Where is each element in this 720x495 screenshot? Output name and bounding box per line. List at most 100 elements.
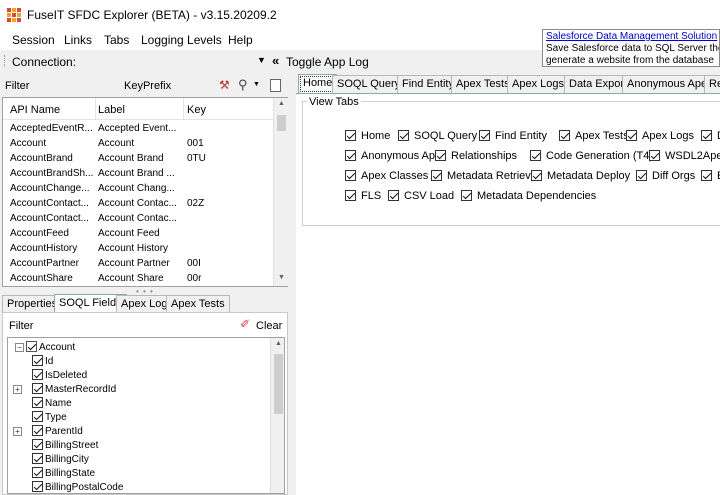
tree-field-item[interactable]: BillingCity (32, 453, 89, 467)
table-row[interactable]: AccountHistory Account History (3, 241, 273, 256)
checkbox[interactable] (26, 341, 37, 352)
tree-field-item[interactable]: BillingState (32, 467, 95, 481)
table-row[interactable]: Account Account 001 (3, 136, 273, 151)
checkbox[interactable] (636, 170, 647, 181)
menu-links[interactable]: Links (64, 33, 92, 47)
checkbox[interactable] (530, 150, 541, 161)
checkbox[interactable] (649, 150, 660, 161)
column-header-key[interactable]: Key (187, 104, 206, 116)
view-tab-checkbox-e[interactable]: E (701, 170, 720, 182)
tab-apex-tests[interactable]: Apex Tests (166, 295, 230, 313)
tab-apex-log[interactable]: Apex Log (116, 295, 173, 313)
tree-field-item[interactable]: + ParentId (13, 425, 83, 439)
view-tab-checkbox-home[interactable]: Home (345, 130, 390, 142)
checkbox[interactable] (32, 439, 43, 450)
checkbox[interactable] (388, 190, 399, 201)
main-tab-re[interactable]: Re (704, 75, 720, 93)
view-tab-checkbox-code-generation-t4-[interactable]: Code Generation (T4) (530, 150, 653, 162)
promo-link[interactable]: Salesforce Data Management Solution (546, 31, 717, 43)
connection-dropdown[interactable] (88, 54, 268, 70)
menu-session[interactable]: Session (12, 33, 55, 47)
scroll-thumb[interactable] (274, 354, 283, 414)
collapse-icon[interactable]: − (15, 343, 24, 352)
tools-icon[interactable]: ⚒ (219, 78, 230, 92)
scroll-down-arrow-icon[interactable]: ▼ (274, 274, 289, 281)
checkbox[interactable] (345, 170, 356, 181)
view-tab-checkbox-d[interactable]: D (701, 130, 720, 142)
view-tab-checkbox-anonymous-apex[interactable]: Anonymous Apex (345, 150, 447, 162)
tree-field-item[interactable]: Id (32, 355, 53, 369)
scroll-thumb[interactable] (277, 115, 286, 131)
view-tab-checkbox-apex-tests[interactable]: Apex Tests (559, 130, 629, 142)
main-tab-soql-query[interactable]: SOQL Query (332, 75, 406, 93)
table-row[interactable]: AccountShare Account Share 00r (3, 271, 273, 286)
document-icon[interactable] (270, 79, 281, 92)
chevron-down-icon[interactable]: ▼ (253, 81, 260, 88)
checkbox[interactable] (32, 397, 43, 408)
main-tab-apex-logs[interactable]: Apex Logs (507, 75, 569, 93)
toggle-app-log-button[interactable]: Toggle App Log (286, 55, 369, 69)
checkbox[interactable] (345, 190, 356, 201)
scroll-up-arrow-icon[interactable]: ▲ (274, 100, 289, 107)
table-row[interactable]: AcceptedEventR... Accepted Event... (3, 121, 273, 136)
tree-field-item[interactable]: Name (32, 397, 72, 411)
fields-scrollbar[interactable]: ▲ (270, 338, 284, 493)
checkbox[interactable] (398, 130, 409, 141)
checkbox[interactable] (345, 130, 356, 141)
main-tab-apex-tests[interactable]: Apex Tests (451, 75, 515, 93)
view-tab-checkbox-wsdl2apex[interactable]: WSDL2Apex (649, 150, 720, 162)
checkbox[interactable] (32, 369, 43, 380)
tree-root-account[interactable]: − Account (15, 341, 75, 355)
table-row[interactable]: AccountFeed Account Feed (3, 226, 273, 241)
table-row[interactable]: AccountChange... Account Chang... (3, 181, 273, 196)
funnel-filter-icon[interactable]: ⚲ (238, 77, 248, 93)
checkbox[interactable] (559, 130, 570, 141)
scroll-up-arrow-icon[interactable]: ▲ (271, 340, 284, 347)
eraser-icon[interactable]: ✐ (240, 317, 250, 331)
checkbox[interactable] (32, 453, 43, 464)
column-header-api-name[interactable]: API Name (10, 104, 60, 116)
table-row[interactable]: AccountPartner Account Partner 00I (3, 256, 273, 271)
checkbox[interactable] (531, 170, 542, 181)
expand-icon[interactable]: + (13, 385, 22, 394)
double-chevron-left-icon[interactable]: « (272, 53, 279, 68)
checkbox[interactable] (479, 130, 490, 141)
tree-field-item[interactable]: BillingPostalCode (32, 481, 123, 493)
table-row[interactable]: AccountBrandSh... Account Brand ... (3, 166, 273, 181)
view-tab-checkbox-find-entity[interactable]: Find Entity (479, 130, 547, 142)
grid-scrollbar[interactable]: ▲ ▼ (273, 98, 288, 286)
checkbox[interactable] (32, 481, 43, 492)
checkbox[interactable] (431, 170, 442, 181)
checkbox[interactable] (32, 411, 43, 422)
view-tab-checkbox-diff-orgs[interactable]: Diff Orgs (636, 170, 695, 182)
view-tab-checkbox-fls[interactable]: FLS (345, 190, 381, 202)
tree-field-item[interactable]: Type (32, 411, 67, 425)
view-tab-checkbox-metadata-retrieve[interactable]: Metadata Retrieve (431, 170, 537, 182)
table-row[interactable]: AccountBrand Account Brand 0TU (3, 151, 273, 166)
checkbox[interactable] (626, 130, 637, 141)
tree-field-item[interactable]: IsDeleted (32, 369, 87, 383)
menu-logging-levels[interactable]: Logging Levels (141, 33, 222, 47)
checkbox[interactable] (32, 425, 43, 436)
checkbox[interactable] (32, 467, 43, 478)
main-tab-find-entity[interactable]: Find Entity (397, 75, 459, 93)
view-tab-checkbox-csv-load[interactable]: CSV Load (388, 190, 454, 202)
chevron-down-icon[interactable]: ▼ (257, 55, 266, 65)
checkbox[interactable] (32, 355, 43, 366)
menu-tabs[interactable]: Tabs (104, 33, 129, 47)
checkbox[interactable] (345, 150, 356, 161)
keyprefix-label[interactable]: KeyPrefix (124, 80, 171, 92)
checkbox[interactable] (435, 150, 446, 161)
view-tab-checkbox-metadata-deploy[interactable]: Metadata Deploy (531, 170, 630, 182)
menu-help[interactable]: Help (228, 33, 253, 47)
view-tab-checkbox-soql-query[interactable]: SOQL Query (398, 130, 477, 142)
table-row[interactable]: AccountContact... Account Contac... 02Z (3, 196, 273, 211)
checkbox[interactable] (701, 130, 712, 141)
column-header-label[interactable]: Label (98, 104, 125, 116)
view-tab-checkbox-apex-logs[interactable]: Apex Logs (626, 130, 694, 142)
view-tab-checkbox-metadata-dependencies[interactable]: Metadata Dependencies (461, 190, 596, 202)
view-tab-checkbox-apex-classes[interactable]: Apex Classes (345, 170, 428, 182)
table-row[interactable]: AccountContact... Account Contac... (3, 211, 273, 226)
tree-field-item[interactable]: + MasterRecordId (13, 383, 116, 397)
expand-icon[interactable]: + (13, 427, 22, 436)
